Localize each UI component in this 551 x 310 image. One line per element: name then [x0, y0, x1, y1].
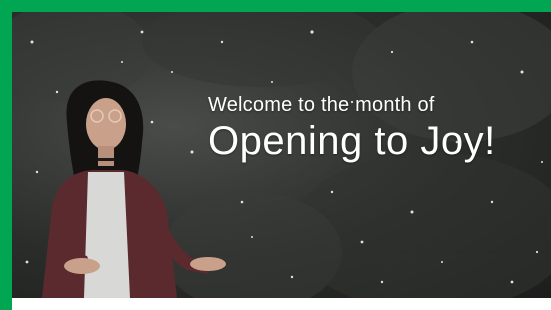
headline-intro: Welcome to the month of	[208, 94, 435, 116]
bottom-margin	[12, 298, 551, 310]
headline: Welcome to the month of Opening to Joy!	[208, 94, 496, 164]
woman-figure	[42, 80, 226, 298]
headline-title: Opening to Joy!	[208, 119, 496, 163]
hero-banner: Welcome to the month of Opening to Joy!	[12, 12, 551, 298]
